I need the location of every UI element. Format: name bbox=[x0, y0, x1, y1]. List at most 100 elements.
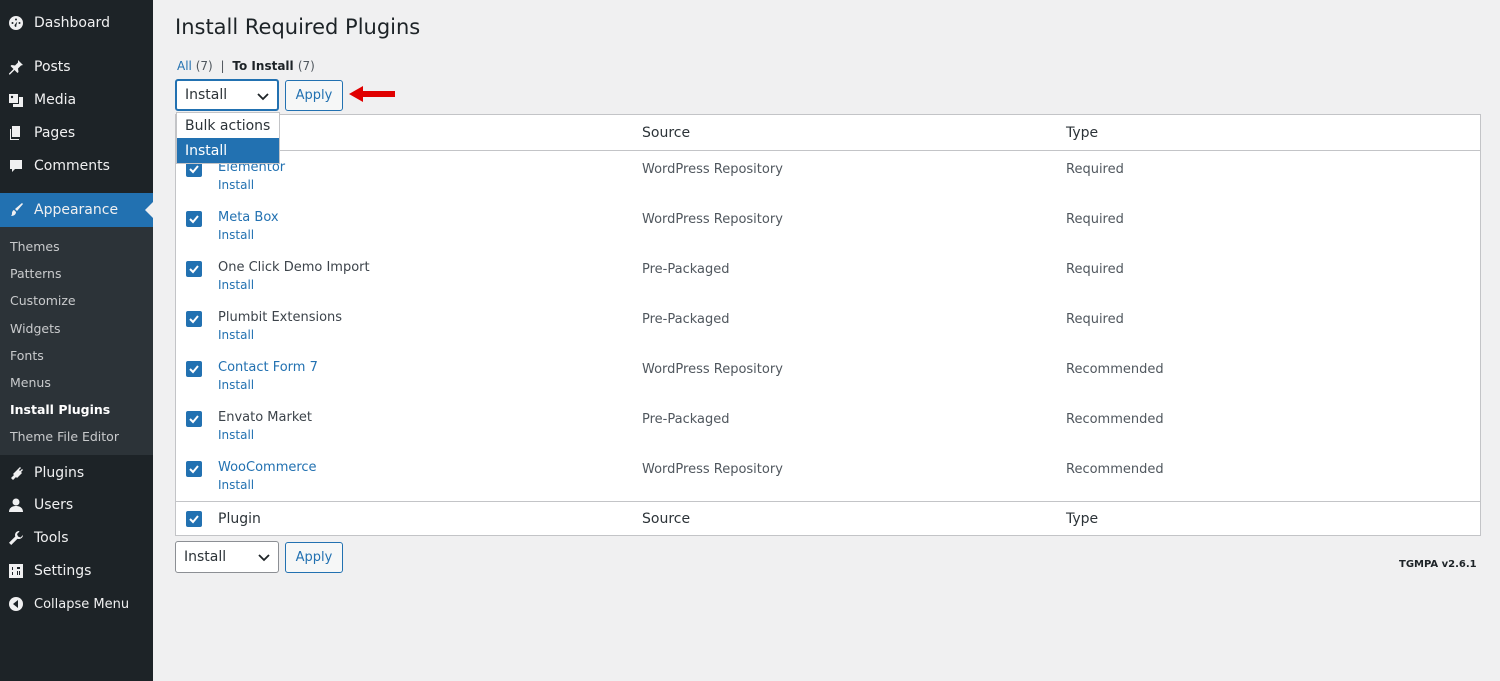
column-footer-source[interactable]: Source bbox=[642, 511, 690, 527]
row-checkbox[interactable] bbox=[186, 411, 202, 427]
bulk-actions-dropdown: Bulk actions Install bbox=[176, 112, 280, 164]
table-row: Elementor Install WordPress Repository R… bbox=[176, 151, 1480, 201]
sidebar-item-comments[interactable]: Comments bbox=[0, 149, 153, 183]
plugins-table: Source Type Elementor Install WordPress … bbox=[175, 114, 1481, 536]
plugin-name-link[interactable]: Contact Form 7 bbox=[218, 360, 318, 375]
install-action-link[interactable]: Install bbox=[218, 228, 254, 242]
sidebar-item-label: Collapse Menu bbox=[34, 596, 130, 612]
submenu-item-fonts[interactable]: Fonts bbox=[10, 348, 44, 363]
submenu-item-patterns[interactable]: Patterns bbox=[10, 266, 61, 281]
table-row: Contact Form 7 Install WordPress Reposit… bbox=[176, 351, 1480, 401]
tgmpa-version: TGMPA v2.6.1 bbox=[1399, 559, 1477, 570]
plugin-type: Recommended bbox=[1066, 362, 1164, 377]
sidebar-item-dashboard[interactable]: Dashboard bbox=[0, 6, 153, 40]
install-action-link[interactable]: Install bbox=[218, 478, 254, 492]
checkmark-icon bbox=[189, 465, 199, 474]
view-filters: All (7) | To Install (7) bbox=[177, 59, 315, 73]
pin-icon bbox=[8, 59, 24, 75]
checkmark-icon bbox=[189, 165, 199, 174]
table-footer: Plugin Source Type bbox=[176, 501, 1480, 536]
sidebar-item-media[interactable]: Media bbox=[0, 83, 153, 117]
plugin-icon bbox=[8, 465, 24, 481]
table-row: Envato Market Install Pre-Packaged Recom… bbox=[176, 401, 1480, 451]
filter-to-install-link[interactable]: To Install (7) bbox=[232, 59, 314, 73]
sidebar-item-label: Users bbox=[34, 497, 74, 513]
plugin-name: One Click Demo Import bbox=[218, 260, 370, 275]
bulk-actions-selected-value: Install bbox=[184, 549, 227, 565]
sidebar-item-tools[interactable]: Tools bbox=[0, 521, 153, 555]
plugin-source: WordPress Repository bbox=[642, 362, 783, 377]
bulk-actions-select-top[interactable]: Install bbox=[175, 79, 279, 111]
plugin-name: Plumbit Extensions bbox=[218, 310, 343, 325]
wrench-icon bbox=[8, 530, 24, 546]
plugin-source: Pre-Packaged bbox=[642, 412, 730, 427]
install-action-link[interactable]: Install bbox=[218, 278, 254, 292]
sidebar-item-label: Media bbox=[34, 92, 77, 108]
checkmark-icon bbox=[189, 265, 199, 274]
row-checkbox[interactable] bbox=[186, 461, 202, 477]
chevron-down-icon bbox=[257, 93, 269, 101]
plugin-type: Recommended bbox=[1066, 462, 1164, 477]
chevron-down-icon bbox=[258, 554, 270, 562]
column-header-source[interactable]: Source bbox=[642, 125, 690, 141]
submenu-item-menus[interactable]: Menus bbox=[10, 375, 51, 390]
plugin-name-link[interactable]: WooCommerce bbox=[218, 460, 317, 475]
sidebar-item-label: Dashboard bbox=[34, 15, 110, 31]
plugin-type: Recommended bbox=[1066, 412, 1164, 427]
submenu-item-widgets[interactable]: Widgets bbox=[10, 321, 61, 336]
plugin-source: Pre-Packaged bbox=[642, 312, 730, 327]
submenu-item-theme-file-editor[interactable]: Theme File Editor bbox=[10, 429, 119, 444]
row-checkbox[interactable] bbox=[186, 261, 202, 277]
users-icon bbox=[8, 497, 24, 513]
row-checkbox[interactable] bbox=[186, 361, 202, 377]
sidebar-item-label: Pages bbox=[34, 125, 76, 141]
comment-icon bbox=[8, 158, 24, 174]
submenu-item-themes[interactable]: Themes bbox=[10, 239, 60, 254]
collapse-icon bbox=[8, 596, 24, 612]
table-row: One Click Demo Import Install Pre-Packag… bbox=[176, 251, 1480, 301]
table-row: Meta Box Install WordPress Repository Re… bbox=[176, 201, 1480, 251]
dropdown-option-install[interactable]: Install bbox=[177, 138, 279, 163]
plugin-source: WordPress Repository bbox=[642, 212, 783, 227]
sidebar-item-users[interactable]: Users bbox=[0, 488, 153, 522]
sidebar-item-label: Posts bbox=[34, 59, 71, 75]
install-action-link[interactable]: Install bbox=[218, 428, 254, 442]
column-footer-type[interactable]: Type bbox=[1066, 511, 1098, 527]
submenu-item-customize[interactable]: Customize bbox=[10, 293, 76, 308]
dropdown-option-bulk-actions[interactable]: Bulk actions bbox=[177, 113, 279, 138]
table-header: Source Type bbox=[176, 115, 1480, 151]
page-title: Install Required Plugins bbox=[175, 15, 421, 39]
column-footer-plugin[interactable]: Plugin bbox=[218, 511, 261, 527]
install-action-link[interactable]: Install bbox=[218, 378, 254, 392]
plugin-name-link[interactable]: Meta Box bbox=[218, 210, 279, 225]
filter-all-link[interactable]: All (7) bbox=[177, 59, 213, 73]
checkmark-icon bbox=[189, 515, 199, 524]
row-checkbox[interactable] bbox=[186, 211, 202, 227]
select-all-checkbox[interactable] bbox=[186, 511, 202, 527]
sidebar-item-pages[interactable]: Pages bbox=[0, 116, 153, 150]
plugin-type: Required bbox=[1066, 312, 1124, 327]
plugin-source: WordPress Repository bbox=[642, 162, 783, 177]
pages-icon bbox=[8, 125, 24, 141]
apply-button-bottom[interactable]: Apply bbox=[285, 542, 343, 573]
sidebar-item-plugins[interactable]: Plugins bbox=[0, 456, 153, 490]
sidebar-item-posts[interactable]: Posts bbox=[0, 50, 153, 84]
collapse-menu-button[interactable]: Collapse Menu bbox=[0, 587, 153, 621]
column-header-type[interactable]: Type bbox=[1066, 125, 1098, 141]
sidebar-item-appearance[interactable]: Appearance bbox=[0, 193, 153, 227]
sidebar-item-label: Tools bbox=[34, 530, 69, 546]
red-arrow-annotation bbox=[349, 86, 395, 102]
plugin-source: Pre-Packaged bbox=[642, 262, 730, 277]
install-action-link[interactable]: Install bbox=[218, 178, 254, 192]
plugin-source: WordPress Repository bbox=[642, 462, 783, 477]
submenu-item-install-plugins[interactable]: Install Plugins bbox=[10, 402, 110, 417]
row-checkbox[interactable] bbox=[186, 311, 202, 327]
apply-button-top[interactable]: Apply bbox=[285, 80, 343, 111]
paintbrush-icon bbox=[8, 202, 24, 218]
table-row: WooCommerce Install WordPress Repository… bbox=[176, 451, 1480, 501]
bulk-actions-select-bottom[interactable]: Install bbox=[175, 541, 279, 573]
filter-separator: | bbox=[220, 59, 225, 73]
sidebar-item-label: Appearance bbox=[34, 202, 119, 218]
sidebar-item-settings[interactable]: Settings bbox=[0, 554, 153, 588]
install-action-link[interactable]: Install bbox=[218, 328, 254, 342]
